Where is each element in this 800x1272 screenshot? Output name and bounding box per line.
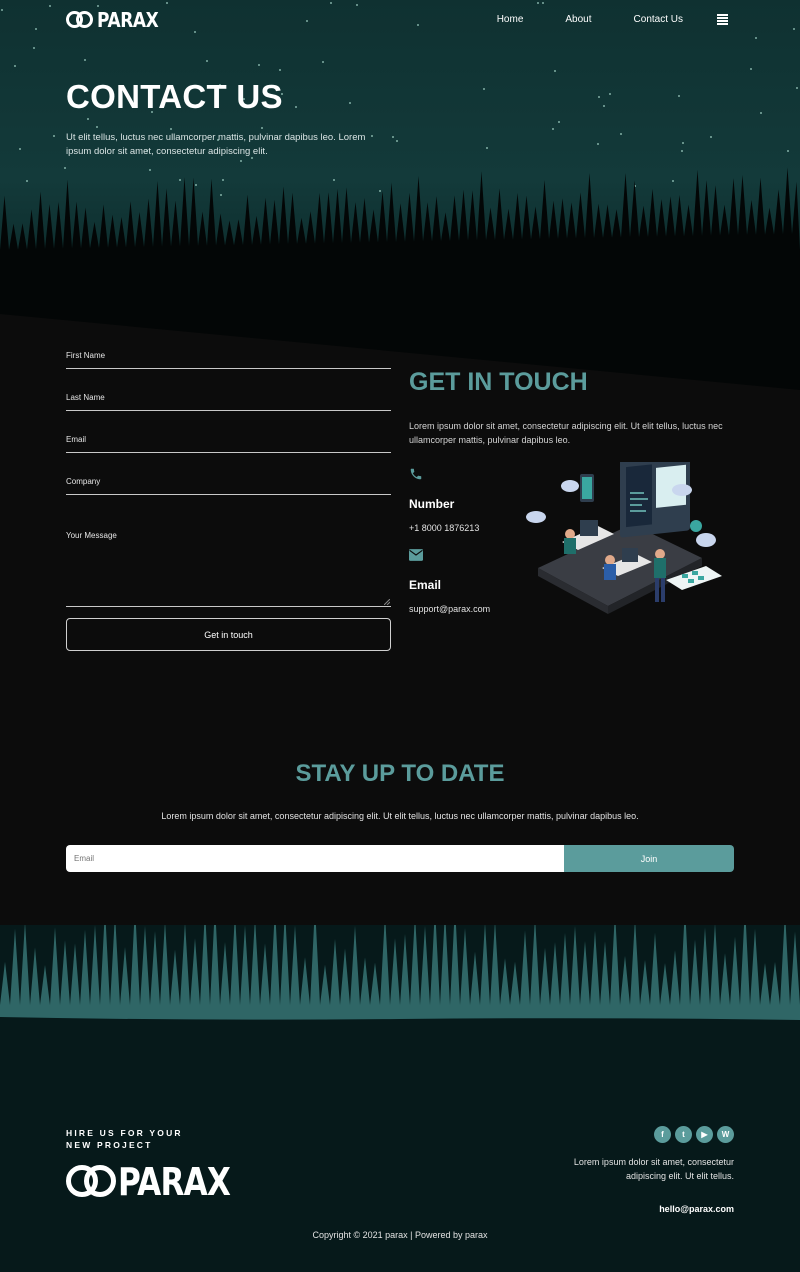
get-in-touch-button[interactable]: Get in touch [66,618,391,651]
page-title: CONTACT US [66,78,283,115]
wordpress-icon[interactable]: W [717,1126,734,1143]
hamburger-icon[interactable] [717,14,728,25]
newsletter-title: STAY UP TO DATE [295,760,505,787]
footer-email[interactable]: hello@parax.com [659,1204,734,1214]
footer-text: Lorem ipsum dolor sit amet, consectetur … [573,1157,734,1181]
footer-logo[interactable]: PARAX [66,1160,255,1204]
first-name-label: First Name [66,351,106,360]
nav-home[interactable]: Home [497,14,524,25]
workspace-illustration [526,462,722,614]
twitter-icon[interactable]: t [675,1126,692,1143]
phone-icon [410,468,422,480]
phone-number[interactable]: +1 8000 1876213 [409,523,479,533]
newsletter-text: Lorem ipsum dolor sit amet, consectetur … [161,811,639,821]
resize-handle-icon[interactable] [384,599,390,605]
footer-logo-text: PARAX [118,1160,231,1204]
contact-text: Lorem ipsum dolor sit amet, consectetur … [409,421,723,445]
email-label: Email [66,435,87,444]
last-name-label: Last Name [66,393,105,402]
footer-logo-rings-icon [66,1163,118,1201]
first-name-field[interactable]: First Name [66,351,391,369]
envelope-icon [409,549,423,561]
number-heading: Number [409,497,455,511]
company-label: Company [66,477,101,486]
company-field[interactable]: Company [66,477,391,495]
footer [0,895,800,1272]
header-logo[interactable]: PARAX [66,8,169,32]
social-links: f t ▶ W [654,1126,734,1143]
diagonal-divider [0,314,800,400]
copyright: Copyright © 2021 parax | Powered by para… [312,1230,488,1240]
hero-subtitle: Ut elit tellus, luctus nec ullamcorper m… [66,132,366,157]
newsletter-email-input[interactable] [66,845,564,872]
logo-text: PARAX [97,8,159,32]
main-nav: Home About Contact Us [455,14,728,25]
message-field[interactable]: Your Message [66,531,391,607]
hire-line-2: NEW PROJECT [66,1140,153,1150]
get-in-touch-title: GET IN TOUCH [409,368,588,396]
teal-forest-silhouette [0,895,800,1272]
message-label: Your Message [66,531,117,540]
last-name-field[interactable]: Last Name [66,393,391,411]
join-button[interactable]: Join [564,845,734,872]
email-field[interactable]: Email [66,435,391,453]
logo-rings-icon [66,10,94,30]
youtube-icon[interactable]: ▶ [696,1126,713,1143]
hire-us-text: HIRE US FOR YOUR NEW PROJECT [66,1127,183,1151]
nav-contact[interactable]: Contact Us [634,14,683,25]
nav-about[interactable]: About [565,14,591,25]
support-email[interactable]: support@parax.com [409,604,490,614]
email-heading: Email [409,578,442,592]
hire-line-1: HIRE US FOR YOUR [66,1128,183,1138]
facebook-icon[interactable]: f [654,1126,671,1143]
